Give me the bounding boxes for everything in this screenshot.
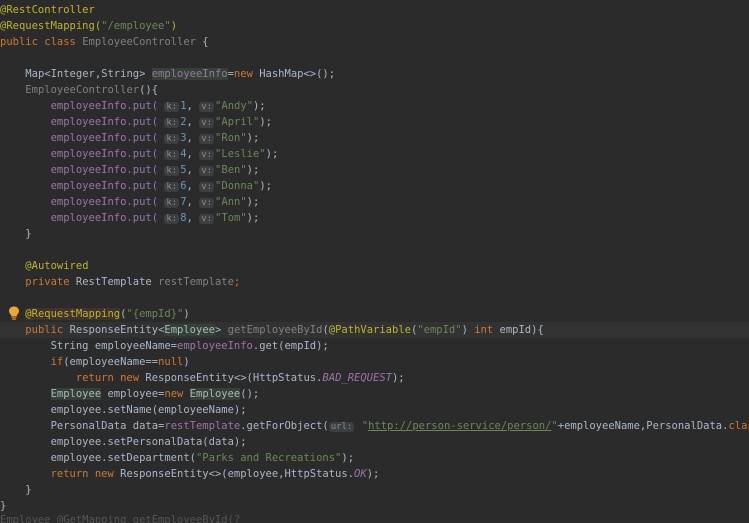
code-line-30[interactable]: return new ResponseEntity<>(employee,Htt… xyxy=(0,466,749,482)
code-line-6[interactable]: EmployeeController(){ xyxy=(0,82,749,98)
code-line-18[interactable]: private RestTemplate restTemplate; xyxy=(0,274,749,290)
code-line-21[interactable]: public ResponseEntity<Employee> getEmplo… xyxy=(0,322,749,338)
code-line-23[interactable]: if(employeeName==null) xyxy=(0,354,749,370)
code-line-put[interactable]: employeeInfo.put( k: 1, v: "Andy"); xyxy=(0,98,749,114)
url-link[interactable]: http://person-service/person/ xyxy=(368,420,551,432)
cut-off-line: Employee @GetMapping getEmployeeById(? xyxy=(0,514,241,523)
code-line-put[interactable]: employeeInfo.put( k: 5, v: "Ben"); xyxy=(0,162,749,178)
code-line-15[interactable]: } xyxy=(0,226,749,242)
code-line-25[interactable]: Employee employee=new Employee(); xyxy=(0,386,749,402)
code-line-5[interactable]: Map<Integer,String> employeeInfo=new Has… xyxy=(0,66,749,82)
code-line-26[interactable]: employee.setName(employeeName); xyxy=(0,402,749,418)
code-line-3[interactable]: public class EmployeeController { xyxy=(0,34,749,50)
code-line-28[interactable]: employee.setPersonalData(data); xyxy=(0,434,749,450)
code-line-put[interactable]: employeeInfo.put( k: 3, v: "Ron"); xyxy=(0,130,749,146)
code-line-put[interactable]: employeeInfo.put( k: 8, v: "Tom"); xyxy=(0,210,749,226)
code-line-put[interactable]: employeeInfo.put( k: 2, v: "April"); xyxy=(0,114,749,130)
code-line-27[interactable]: PersonalData data=restTemplate.getForObj… xyxy=(0,418,749,434)
code-line-22[interactable]: String employeeName=employeeInfo.get(emp… xyxy=(0,338,749,354)
code-line-24[interactable]: return new ResponseEntity<>(HttpStatus.B… xyxy=(0,370,749,386)
code-line-1[interactable]: @RestController xyxy=(0,2,749,18)
code-line-put[interactable]: employeeInfo.put( k: 7, v: "Ann"); xyxy=(0,194,749,210)
code-editor[interactable]: @RestController @RequestMapping("/employ… xyxy=(0,0,749,523)
code-line-put[interactable]: employeeInfo.put( k: 4, v: "Leslie"); xyxy=(0,146,749,162)
code-line-2[interactable]: @RequestMapping("/employee") xyxy=(0,18,749,34)
code-line-20[interactable]: @RequestMapping("{empId}") xyxy=(0,306,749,322)
code-line-31[interactable]: } xyxy=(0,482,749,498)
code-line-29[interactable]: employee.setDepartment("Parks and Recrea… xyxy=(0,450,749,466)
code-line-put[interactable]: employeeInfo.put( k: 6, v: "Donna"); xyxy=(0,178,749,194)
code-line-17[interactable]: @Autowired xyxy=(0,258,749,274)
